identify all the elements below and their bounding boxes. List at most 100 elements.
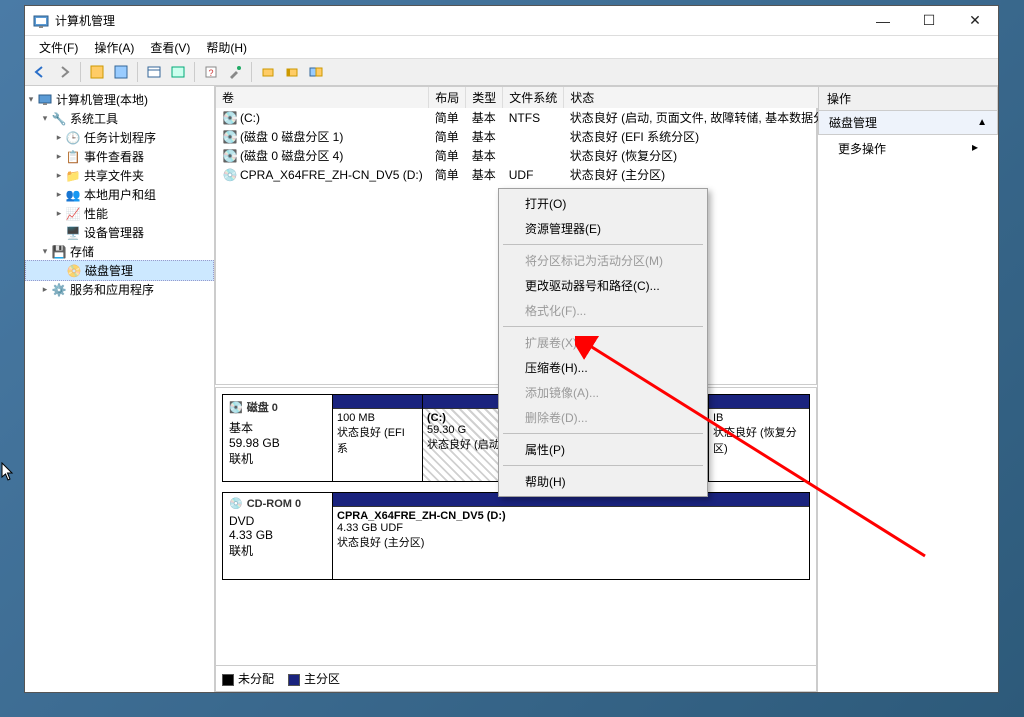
volume-row[interactable]: 💽(C:)简单基本NTFS状态良好 (启动, 页面文件, 故障转储, 基本数据分… (216, 108, 843, 127)
volume-row[interactable]: 💽(磁盘 0 磁盘分区 1)简单基本状态良好 (EFI 系统分区) (216, 127, 843, 146)
swatch-primary (288, 674, 300, 686)
actions-header: 操作 (818, 86, 998, 111)
tree-systools[interactable]: 系统工具 (70, 110, 118, 127)
tree-root[interactable]: 计算机管理(本地) (56, 91, 148, 108)
disk-btn-1[interactable] (257, 61, 279, 83)
titlebar[interactable]: 计算机管理 — ☐ ✕ (25, 6, 998, 36)
expand-icon[interactable]: ▸ (53, 208, 65, 219)
expand-icon[interactable]: ▸ (53, 132, 65, 143)
swatch-unallocated (222, 674, 234, 686)
collapse-icon: ▲ (977, 117, 987, 128)
cd-icon: 💿 (229, 497, 243, 510)
tree-perf[interactable]: 性能 (84, 205, 108, 222)
disk-icon: 📀 (66, 263, 82, 279)
col-status[interactable]: 状态 (564, 87, 843, 108)
expand-icon[interactable]: ▸ (53, 189, 65, 200)
partition-dvd[interactable]: CPRA_X64FRE_ZH-CN_DV5 (D:) 4.33 GB UDF 状… (333, 493, 809, 579)
storage-icon: 💾 (51, 244, 67, 260)
ctx-explorer[interactable]: 资源管理器(E) (501, 216, 705, 241)
view-btn-1[interactable] (86, 61, 108, 83)
partition-recovery[interactable]: IB 状态良好 (恢复分区) (709, 395, 809, 481)
menu-action[interactable]: 操作(A) (86, 37, 142, 58)
help-button[interactable]: ? (200, 61, 222, 83)
menu-file[interactable]: 文件(F) (31, 37, 86, 58)
maximize-button[interactable]: ☐ (906, 6, 952, 36)
col-type[interactable]: 类型 (466, 87, 503, 108)
ctx-format: 格式化(F)... (501, 298, 705, 323)
ctx-extend: 扩展卷(X)... (501, 330, 705, 355)
perf-icon: 📈 (65, 206, 81, 222)
tree-users[interactable]: 本地用户和组 (84, 186, 156, 203)
ctx-add-mirror: 添加镜像(A)... (501, 380, 705, 405)
users-icon: 👥 (65, 187, 81, 203)
expand-icon[interactable]: ▾ (39, 246, 51, 257)
nav-tree[interactable]: ▾计算机管理(本地) ▾🔧系统工具 ▸🕒任务计划程序 ▸📋事件查看器 ▸📁共享文… (25, 86, 215, 692)
col-volume[interactable]: 卷 (216, 87, 429, 108)
cdrom-0-header[interactable]: 💿CD-ROM 0 DVD 4.33 GB 联机 (223, 493, 333, 579)
ctx-help[interactable]: 帮助(H) (501, 469, 705, 494)
actions-more[interactable]: 更多操作▸ (818, 135, 998, 162)
forward-button[interactable] (53, 61, 75, 83)
computer-icon (37, 92, 53, 108)
folder-icon: 📁 (65, 168, 81, 184)
view-btn-2[interactable] (110, 61, 132, 83)
refresh-button[interactable] (143, 61, 165, 83)
ctx-mark-active: 将分区标记为活动分区(M) (501, 248, 705, 273)
mouse-cursor-icon (1, 462, 15, 482)
tree-devmgr[interactable]: 设备管理器 (84, 224, 144, 241)
expand-icon[interactable]: ▾ (25, 94, 37, 105)
device-icon: 🖥️ (65, 225, 81, 241)
menu-help[interactable]: 帮助(H) (198, 37, 255, 58)
tree-scheduler[interactable]: 任务计划程序 (84, 129, 156, 146)
submenu-icon: ▸ (972, 140, 978, 157)
wrench-icon: 🔧 (51, 111, 67, 127)
menubar: 文件(F) 操作(A) 查看(V) 帮助(H) (25, 36, 998, 58)
drive-icon: 💽 (222, 112, 238, 124)
cdrom-0-row[interactable]: 💿CD-ROM 0 DVD 4.33 GB 联机 CPRA_X64FRE_ZH-… (222, 492, 810, 580)
tree-diskmgmt[interactable]: 磁盘管理 (85, 262, 133, 279)
drive-icon: 💽 (222, 150, 238, 162)
context-menu: 打开(O) 资源管理器(E) 将分区标记为活动分区(M) 更改驱动器号和路径(C… (498, 188, 708, 497)
actions-pane: 操作 磁盘管理▲ 更多操作▸ (818, 86, 998, 692)
drive-icon: 💽 (222, 131, 238, 143)
ctx-delete: 删除卷(D)... (501, 405, 705, 430)
toolbar: ? (25, 58, 998, 86)
expand-icon[interactable]: ▾ (39, 113, 51, 124)
app-icon (33, 13, 49, 29)
tree-eventviewer[interactable]: 事件查看器 (84, 148, 144, 165)
settings-button[interactable] (167, 61, 189, 83)
partition-efi[interactable]: 100 MB 状态良好 (EFI 系 (333, 395, 423, 481)
ctx-shrink[interactable]: 压缩卷(H)... (501, 355, 705, 380)
tree-services[interactable]: 服务和应用程序 (70, 281, 154, 298)
svg-text:?: ? (208, 68, 213, 78)
expand-icon[interactable]: ▸ (39, 284, 51, 295)
disk-0-header[interactable]: 💽磁盘 0 基本 59.98 GB 联机 (223, 395, 333, 481)
disk-icon: 💽 (229, 401, 243, 414)
volume-list[interactable]: 卷 布局 类型 文件系统 状态 💽(C:)简单基本NTFS状态良好 (启动, 页… (216, 87, 844, 184)
volume-row[interactable]: 💽(磁盘 0 磁盘分区 4)简单基本状态良好 (恢复分区) (216, 146, 843, 165)
menu-view[interactable]: 查看(V) (142, 37, 198, 58)
ctx-change-letter[interactable]: 更改驱动器号和路径(C)... (501, 273, 705, 298)
event-icon: 📋 (65, 149, 81, 165)
tree-storage[interactable]: 存储 (70, 243, 94, 260)
volume-row[interactable]: 💿CPRA_X64FRE_ZH-CN_DV5 (D:)简单基本UDF状态良好 (… (216, 165, 843, 184)
ctx-properties[interactable]: 属性(P) (501, 437, 705, 462)
col-fs[interactable]: 文件系统 (503, 87, 564, 108)
disk-btn-3[interactable] (305, 61, 327, 83)
cd-icon: 💿 (222, 169, 238, 181)
disk-btn-2[interactable] (281, 61, 303, 83)
clock-icon: 🕒 (65, 130, 81, 146)
actions-title[interactable]: 磁盘管理▲ (818, 111, 998, 135)
minimize-button[interactable]: — (860, 6, 906, 36)
col-layout[interactable]: 布局 (429, 87, 466, 108)
window-title: 计算机管理 (55, 12, 860, 29)
tree-shares[interactable]: 共享文件夹 (84, 167, 144, 184)
expand-icon[interactable]: ▸ (53, 170, 65, 181)
expand-icon[interactable]: ▸ (53, 151, 65, 162)
back-button[interactable] (29, 61, 51, 83)
legend: 未分配 主分区 (215, 666, 817, 692)
ctx-open[interactable]: 打开(O) (501, 191, 705, 216)
props-button[interactable] (224, 61, 246, 83)
services-icon: ⚙️ (51, 282, 67, 298)
close-button[interactable]: ✕ (952, 6, 998, 36)
